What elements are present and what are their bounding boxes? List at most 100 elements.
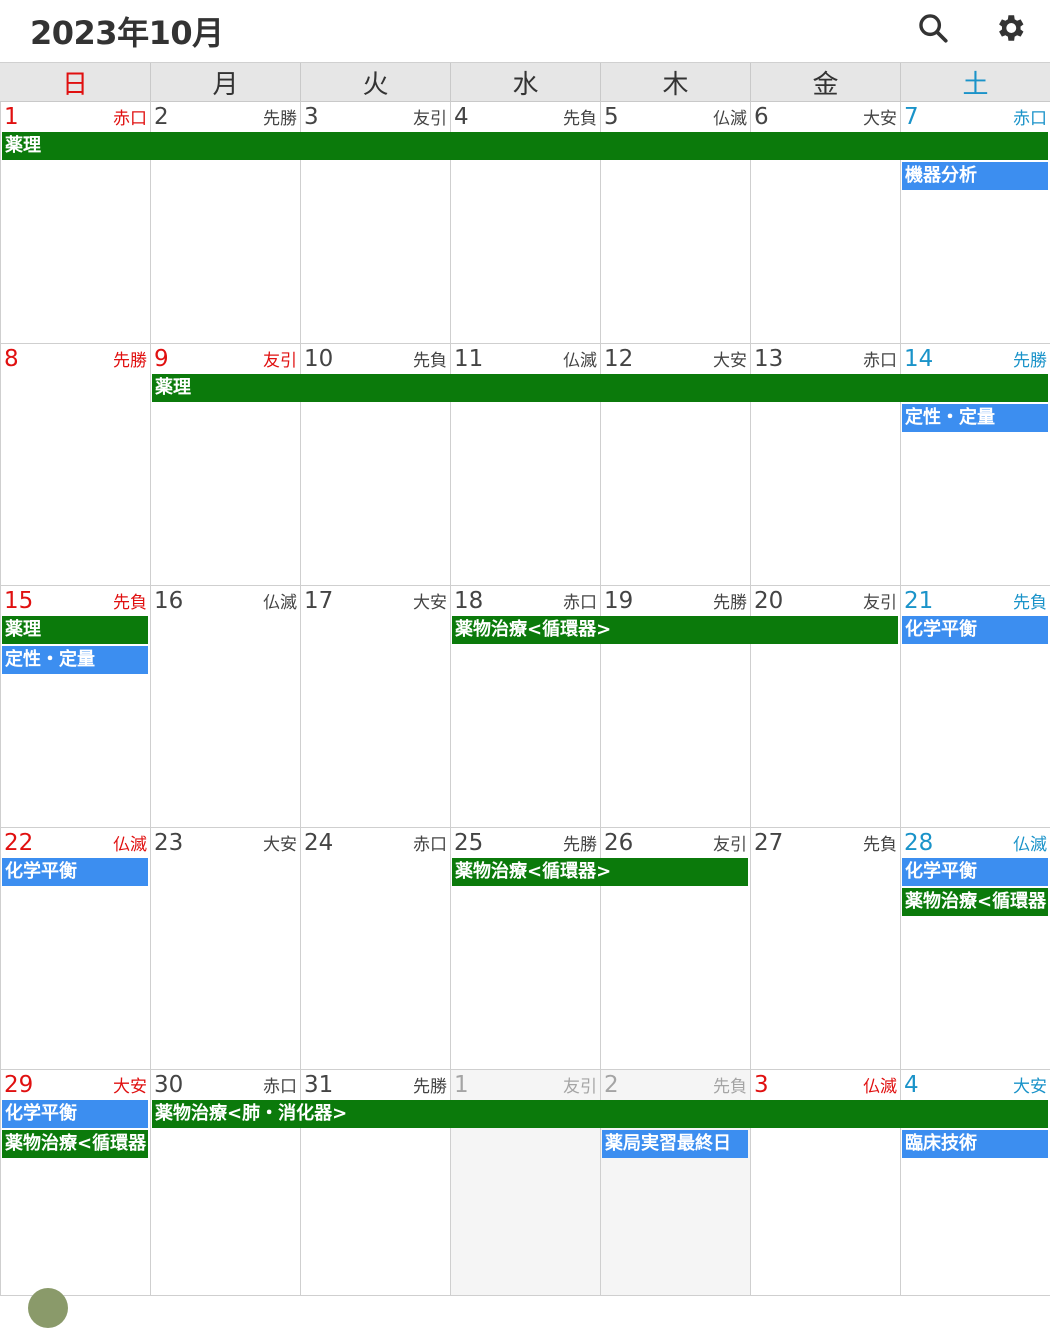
calendar-event[interactable]: 機器分析	[902, 162, 1048, 190]
rokuyo-label: 大安	[863, 109, 897, 129]
day-cell[interactable]: 24 赤口	[300, 828, 450, 1070]
gear-icon[interactable]	[990, 8, 1030, 48]
day-number: 21	[904, 588, 934, 614]
day-number: 16	[154, 588, 184, 614]
rokuyo-label: 友引	[413, 109, 447, 129]
calendar-event[interactable]: 薬物治療<肺・消化器>	[152, 1100, 1048, 1128]
rokuyo-label: 先負	[863, 835, 897, 855]
rokuyo-label: 先勝	[263, 109, 297, 129]
header: 2023年10月	[0, 0, 1050, 62]
rokuyo-label: 先勝	[413, 1077, 447, 1097]
calendar-event[interactable]: 化学平衡	[2, 858, 148, 886]
calendar-event[interactable]: 薬物治療<循環器>	[2, 1130, 148, 1158]
day-number: 9	[154, 346, 169, 372]
day-number: 3	[754, 1072, 769, 1098]
day-number: 30	[154, 1072, 184, 1098]
calendar-event[interactable]: 臨床技術	[902, 1130, 1048, 1158]
weekday-1: 月	[150, 63, 300, 101]
day-cell[interactable]: 16 仏滅	[150, 586, 300, 828]
rokuyo-label: 先負	[563, 109, 597, 129]
day-number: 1	[4, 104, 19, 130]
day-number: 22	[4, 830, 34, 856]
day-number: 10	[304, 346, 334, 372]
day-number: 6	[754, 104, 769, 130]
day-number: 31	[304, 1072, 334, 1098]
rokuyo-label: 大安	[1013, 1077, 1047, 1097]
calendar-event[interactable]: 薬局実習最終日	[602, 1130, 748, 1158]
rokuyo-label: 先勝	[713, 593, 747, 613]
weekday-5: 金	[750, 63, 900, 101]
rokuyo-label: 赤口	[563, 593, 597, 613]
rokuyo-label: 先勝	[113, 351, 147, 371]
weekday-0: 日	[61, 69, 88, 100]
rokuyo-label: 仏滅	[563, 351, 597, 371]
day-number: 3	[304, 104, 319, 130]
calendar-event[interactable]: 定性・定量	[902, 404, 1048, 432]
calendar-event[interactable]: 薬理	[152, 374, 1048, 402]
rokuyo-label: 友引	[713, 835, 747, 855]
weekday-header: 日 月火水木金土	[0, 62, 1050, 102]
day-number: 17	[304, 588, 334, 614]
day-cell[interactable]: 27 先負	[750, 828, 900, 1070]
day-number: 19	[604, 588, 634, 614]
rokuyo-label: 先勝	[1013, 351, 1047, 371]
day-number: 27	[754, 830, 784, 856]
weekday-2: 火	[300, 63, 450, 101]
day-number: 8	[4, 346, 19, 372]
calendar-event[interactable]: 薬物治療<循環器>	[902, 888, 1048, 916]
rokuyo-label: 大安	[413, 593, 447, 613]
day-number: 4	[904, 1072, 919, 1098]
day-number: 12	[604, 346, 634, 372]
rokuyo-label: 先負	[1013, 593, 1047, 613]
day-number: 28	[904, 830, 934, 856]
calendar-event[interactable]: 薬理	[2, 132, 1048, 160]
day-number: 18	[454, 588, 484, 614]
weekday-4: 木	[600, 63, 750, 101]
calendar-event[interactable]: 定性・定量	[2, 646, 148, 674]
rokuyo-label: 大安	[263, 835, 297, 855]
rokuyo-label: 大安	[113, 1077, 147, 1097]
day-number: 25	[454, 830, 484, 856]
rokuyo-label: 仏滅	[713, 109, 747, 129]
day-number: 15	[4, 588, 34, 614]
month-grid: 1 赤口 2 先勝 3 友引 4 先負 5 仏滅 6 大安 7 赤口 8 先勝 9 友引 10 先負 11 仏滅 12 大安 1…	[0, 102, 1050, 1296]
fab-button[interactable]	[28, 1288, 68, 1328]
month-title[interactable]: 2023年10月	[30, 8, 224, 54]
calendar-event[interactable]: 薬物治療<循環器>	[452, 616, 898, 644]
day-number: 23	[154, 830, 184, 856]
rokuyo-label: 友引	[263, 351, 297, 371]
rokuyo-label: 赤口	[113, 109, 147, 129]
day-cell[interactable]: 23 大安	[150, 828, 300, 1070]
rokuyo-label: 赤口	[263, 1077, 297, 1097]
rokuyo-label: 仏滅	[863, 1077, 897, 1097]
rokuyo-label: 赤口	[863, 351, 897, 371]
weekday-6: 土	[900, 63, 1050, 101]
day-cell[interactable]: 8 先勝	[0, 344, 150, 586]
rokuyo-label: 友引	[863, 593, 897, 613]
rokuyo-label: 友引	[563, 1077, 597, 1097]
rokuyo-label: 先負	[713, 1077, 747, 1097]
day-number: 2	[604, 1072, 619, 1098]
day-number: 1	[454, 1072, 469, 1098]
rokuyo-label: 赤口	[413, 835, 447, 855]
rokuyo-label: 先負	[413, 351, 447, 371]
calendar-event[interactable]: 薬理	[2, 616, 148, 644]
day-cell[interactable]: 17 大安	[300, 586, 450, 828]
calendar-event[interactable]: 化学平衡	[902, 858, 1048, 886]
day-number: 26	[604, 830, 634, 856]
day-number: 11	[454, 346, 484, 372]
rokuyo-label: 仏滅	[113, 835, 147, 855]
day-number: 14	[904, 346, 934, 372]
weekday-3: 水	[450, 63, 600, 101]
calendar-event[interactable]: 化学平衡	[2, 1100, 148, 1128]
rokuyo-label: 先負	[113, 593, 147, 613]
day-number: 4	[454, 104, 469, 130]
rokuyo-label: 仏滅	[263, 593, 297, 613]
day-number: 5	[604, 104, 619, 130]
calendar-event[interactable]: 化学平衡	[902, 616, 1048, 644]
search-icon[interactable]	[913, 8, 953, 48]
calendar-event[interactable]: 薬物治療<循環器>	[452, 858, 748, 886]
day-number: 13	[754, 346, 784, 372]
rokuyo-label: 赤口	[1013, 109, 1047, 129]
rokuyo-label: 大安	[713, 351, 747, 371]
